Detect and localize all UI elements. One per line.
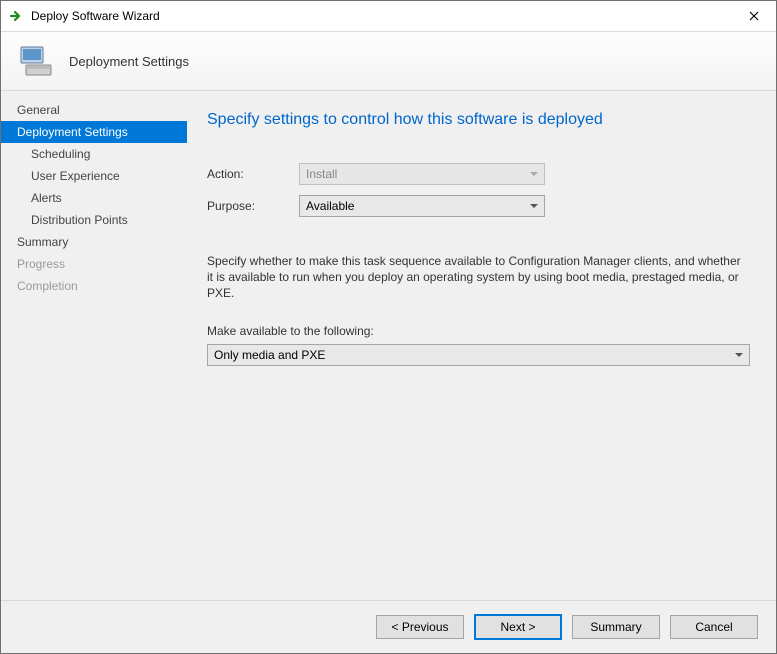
nav-item-general[interactable]: General: [1, 99, 187, 121]
available-combo[interactable]: Only media and PXE: [207, 344, 750, 366]
nav-item-alerts[interactable]: Alerts: [1, 187, 187, 209]
nav-item-completion: Completion: [1, 275, 187, 297]
purpose-combo[interactable]: Available: [299, 195, 545, 217]
wizard-nav: GeneralDeployment SettingsSchedulingUser…: [1, 91, 187, 600]
purpose-label: Purpose:: [207, 199, 299, 213]
chevron-down-icon: [530, 172, 538, 176]
close-icon: [749, 11, 759, 21]
purpose-value: Available: [306, 199, 530, 213]
computer-icon: [15, 41, 55, 81]
body: GeneralDeployment SettingsSchedulingUser…: [1, 91, 776, 600]
close-button[interactable]: [731, 2, 776, 31]
cancel-button[interactable]: Cancel: [670, 615, 758, 639]
action-row: Action: Install: [207, 163, 748, 185]
nav-item-distribution-points[interactable]: Distribution Points: [1, 209, 187, 231]
available-value: Only media and PXE: [214, 348, 735, 362]
nav-item-deployment-settings[interactable]: Deployment Settings: [1, 121, 187, 143]
content-pane: Specify settings to control how this sof…: [187, 91, 776, 600]
window-title: Deploy Software Wizard: [31, 9, 731, 23]
wizard-window: Deploy Software Wizard Deployment Settin…: [0, 0, 777, 654]
description-text: Specify whether to make this task sequen…: [207, 253, 748, 302]
wizard-arrow-icon: [9, 8, 25, 24]
summary-button[interactable]: Summary: [572, 615, 660, 639]
nav-item-summary[interactable]: Summary: [1, 231, 187, 253]
nav-item-user-experience[interactable]: User Experience: [1, 165, 187, 187]
banner-title: Deployment Settings: [69, 54, 189, 69]
available-label: Make available to the following:: [207, 324, 748, 338]
action-combo: Install: [299, 163, 545, 185]
banner: Deployment Settings: [1, 32, 776, 91]
previous-button[interactable]: < Previous: [376, 615, 464, 639]
chevron-down-icon: [530, 204, 538, 208]
next-button[interactable]: Next >: [474, 614, 562, 640]
page-heading: Specify settings to control how this sof…: [207, 111, 748, 129]
nav-item-progress: Progress: [1, 253, 187, 275]
nav-item-scheduling[interactable]: Scheduling: [1, 143, 187, 165]
titlebar: Deploy Software Wizard: [1, 1, 776, 32]
footer: < Previous Next > Summary Cancel: [1, 600, 776, 653]
chevron-down-icon: [735, 353, 743, 357]
action-label: Action:: [207, 167, 299, 181]
action-value: Install: [306, 167, 530, 181]
purpose-row: Purpose: Available: [207, 195, 748, 217]
